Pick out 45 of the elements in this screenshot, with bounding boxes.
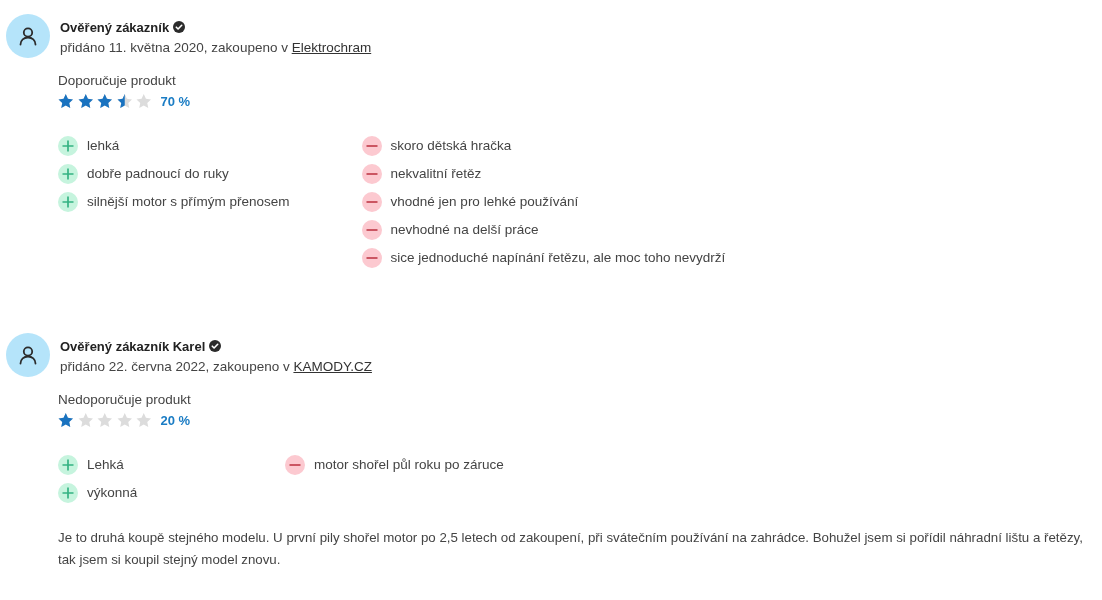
con-text: nekvalitní řetěz [390,165,482,183]
recommendation-text: Nedoporučuje produkt [58,391,191,409]
user-icon [6,14,50,58]
pro-text: silnější motor s přímým přenosem [87,193,290,211]
review-meta: přidáno 11. května 2020, zakoupeno v Elektrochram [59,39,372,57]
plus-icon [58,483,78,503]
star-icon [136,94,152,108]
minus-icon [361,192,382,212]
con-text: motor shořel půl roku po záruce [314,456,504,474]
minus-icon [361,164,382,184]
review-text: Je to druhá koupě stejného modelu. U první pily shořel motor po 2,5 letech od zakoupení, při svátečním používání na zahrádce. Bohužel jsem si pořídil náhradní lištu a řetězy, tak jsem si koupil stejný model znovu. [58,529,1084,569]
star-icon [116,94,132,108]
plus-icon [58,164,78,184]
reviewer-name: Ověřený zákazník Karel [59,338,206,354]
pro-text: dobře padnoucí do ruky [87,165,229,183]
pro-text: lehká [87,137,120,155]
shop-link[interactable]: KAMODY.CZ [293,359,372,374]
star-icon [77,413,93,427]
rating-percent: 70 % [160,93,191,109]
con-text: vhodné jen pro lehké používání [390,193,579,211]
shop-link[interactable]: Elektrochram [291,40,372,55]
con-text: skoro dětská hračka [390,137,512,155]
minus-icon [361,220,382,240]
minus-icon [361,136,382,156]
con-text: nevhodné na delší práce [390,221,539,239]
con-text: sice jednoduché napínání řetězu, ale moc toho nevydrží [390,249,726,267]
star-icon [136,413,152,427]
recommendation-text: Doporučuje produkt [58,72,176,90]
plus-icon [58,455,78,475]
review-meta: přidáno 22. června 2022, zakoupeno v KAMODY.CZ [59,358,372,376]
minus-icon [361,248,382,268]
star-icon [58,413,74,427]
pro-text: výkonná [87,484,138,502]
plus-icon [58,192,78,212]
user-icon [6,333,50,377]
star-icon [58,94,74,108]
star-icon [97,413,113,427]
plus-icon [58,136,78,156]
star-icon [116,413,132,427]
minus-icon [285,455,305,475]
reviewer-name: Ověřený zákazník [59,19,170,35]
pro-text: Lehká [87,456,124,474]
star-icon [97,94,113,108]
rating-percent: 20 % [160,412,191,428]
star-icon [77,94,93,108]
